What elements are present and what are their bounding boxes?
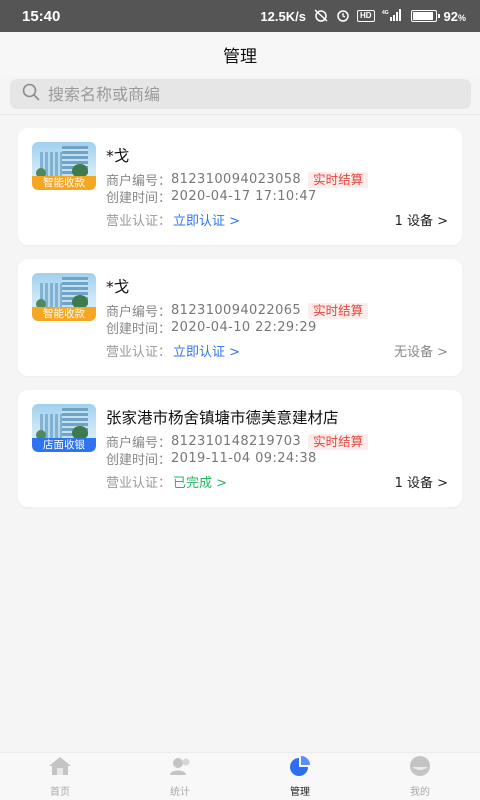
status-bar: 15:40 12.5K/s HD 4G 92% [0, 0, 480, 32]
merchant-number: 812310094023058 [171, 172, 302, 187]
battery-percent: 92% [443, 8, 466, 24]
created-time-row: 创建时间： 2020-04-17 17:10:47 [106, 189, 317, 206]
search-input[interactable] [48, 84, 448, 104]
settlement-badge: 实时结算 [308, 171, 369, 188]
settlement-badge: 实时结算 [308, 302, 369, 319]
search-bar[interactable] [10, 79, 471, 109]
alarm-off-icon [313, 8, 329, 25]
pie-chart-icon [287, 755, 313, 781]
created-time-row: 创建时间： 2019-11-04 09:24:38 [106, 451, 317, 468]
page-header: 管理 [0, 32, 480, 76]
tab-label: 我的 [410, 787, 430, 798]
tab-label: 首页 [50, 787, 70, 798]
business-cert-row: 营业认证： 立即认证 > [106, 341, 240, 360]
tab-management[interactable]: 管理 [240, 753, 360, 800]
merchant-number: 812310148219703 [171, 434, 302, 449]
store-type-tag: 店面收银 [32, 438, 96, 452]
statistics-icon [167, 755, 193, 781]
signal-label: 4G [382, 10, 389, 16]
signal-icon: 4G [382, 8, 404, 24]
store-type-tag: 智能收款 [32, 176, 96, 190]
created-time: 2020-04-17 17:10:47 [171, 189, 317, 204]
device-link[interactable]: 1 设备 > [395, 210, 448, 229]
battery-icon [410, 10, 440, 22]
header-divider [0, 114, 480, 115]
merchant-name: *戈 [106, 147, 130, 165]
network-speed: 12.5K/s [260, 8, 306, 24]
home-icon [47, 755, 73, 781]
tab-statistics[interactable]: 统计 [120, 753, 240, 800]
store-thumbnail: 智能收款 [32, 142, 96, 190]
status-icons: 12.5K/s HD 4G 92% [260, 8, 466, 25]
merchant-card[interactable]: 智能收款 *戈 商户编号： 812310094023058 实时结算 创建时间： 2… [18, 128, 462, 245]
search-icon [22, 83, 40, 105]
device-link[interactable]: 无设备 > [394, 341, 448, 360]
device-link[interactable]: 1 设备 > [395, 472, 448, 491]
settlement-badge: 实时结算 [308, 433, 369, 450]
merchant-card[interactable]: 智能收款 *戈 商户编号： 812310094022065 实时结算 创建时间： 2… [18, 259, 462, 376]
tab-profile[interactable]: 我的 [360, 753, 480, 800]
business-cert-row: 营业认证： 已完成 > [106, 472, 227, 491]
created-time: 2019-11-04 09:24:38 [171, 451, 317, 466]
store-thumbnail: 智能收款 [32, 273, 96, 321]
tab-home[interactable]: 首页 [0, 753, 120, 800]
certify-now-link[interactable]: 立即认证 > [173, 210, 240, 229]
hd-icon: HD [356, 10, 375, 22]
page-title: 管理 [223, 46, 257, 67]
business-cert-row: 营业认证： 立即认证 > [106, 210, 240, 229]
tab-label: 统计 [170, 787, 190, 798]
created-time: 2020-04-10 22:29:29 [171, 320, 317, 335]
merchant-name: *戈 [106, 278, 130, 296]
certified-link[interactable]: 已完成 > [173, 472, 227, 491]
created-time-row: 创建时间： 2020-04-10 22:29:29 [106, 320, 317, 337]
merchant-card[interactable]: 店面收银 张家港市杨舍镇塘市德美意建材店 商户编号： 81231014821970… [18, 390, 462, 507]
status-time: 15:40 [22, 7, 61, 25]
bottom-tab-bar: 首页 统计 管理 我的 [0, 752, 480, 800]
merchant-number: 812310094022065 [171, 303, 302, 318]
alarm-clock-icon [336, 8, 350, 25]
store-type-tag: 智能收款 [32, 307, 96, 321]
tab-label: 管理 [290, 787, 310, 798]
store-thumbnail: 店面收银 [32, 404, 96, 452]
merchant-name: 张家港市杨舍镇塘市德美意建材店 [106, 409, 339, 427]
certify-now-link[interactable]: 立即认证 > [173, 341, 240, 360]
profile-icon [407, 755, 433, 781]
